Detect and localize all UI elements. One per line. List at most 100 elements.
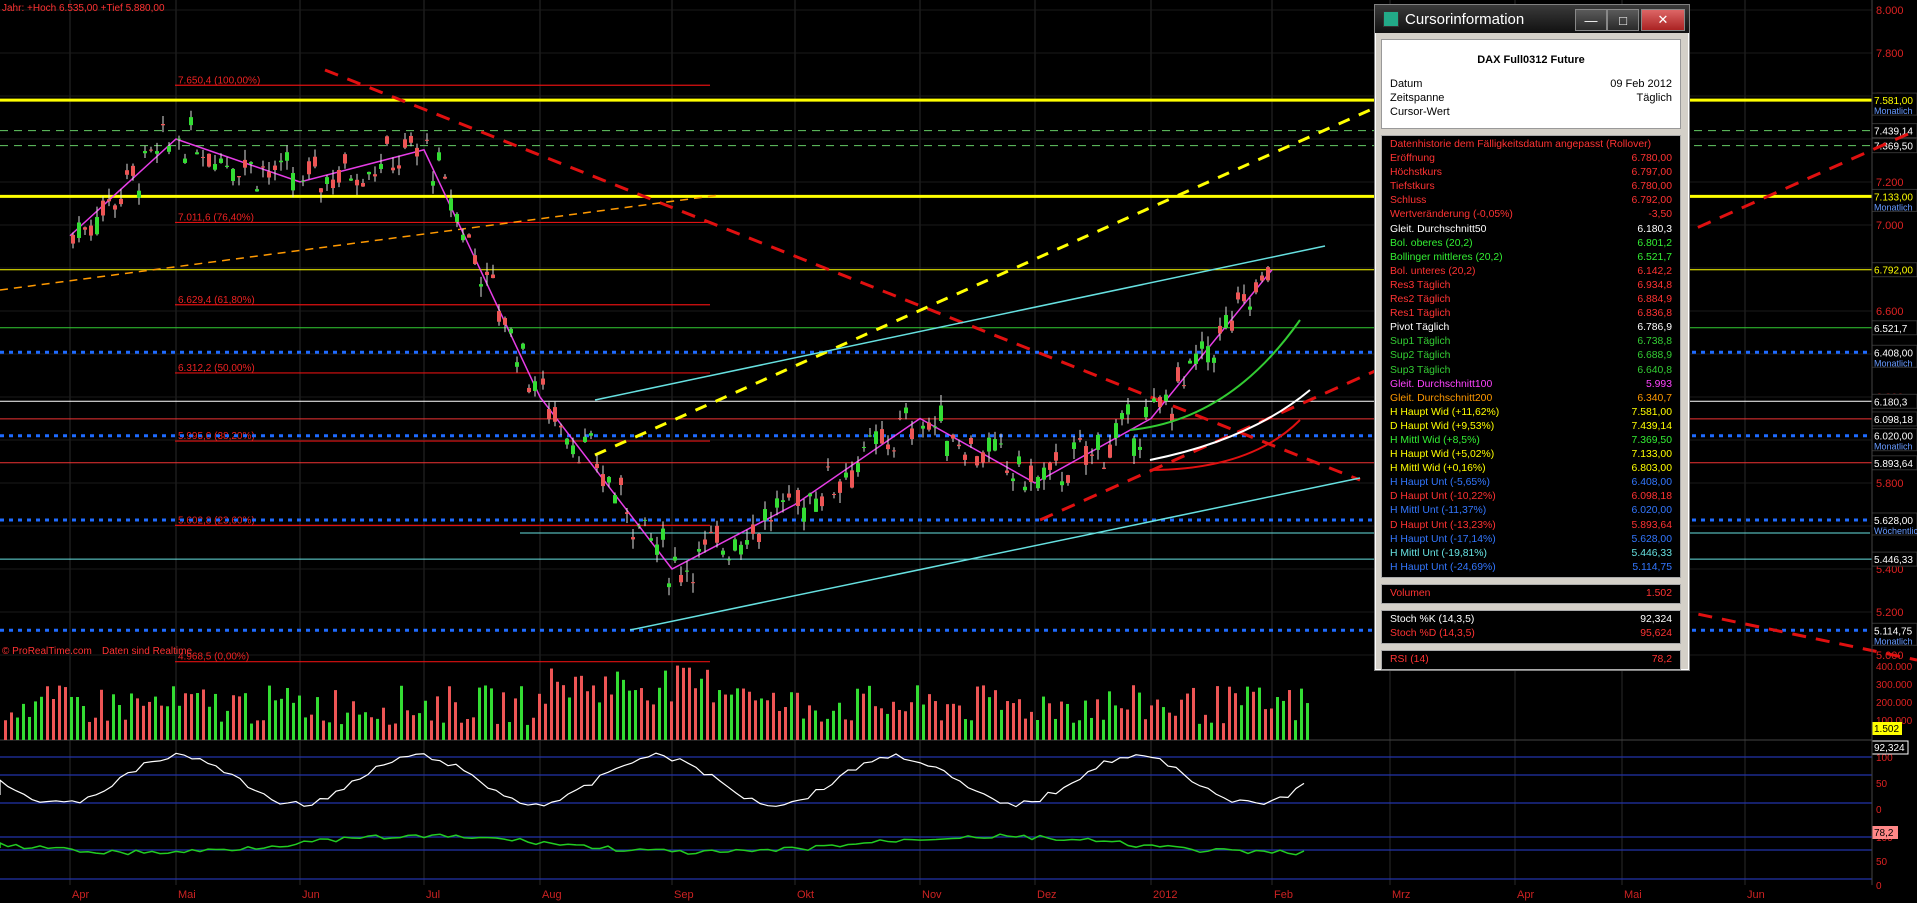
candle-body xyxy=(195,152,199,155)
volume-bar xyxy=(640,688,643,740)
volume-bar xyxy=(358,714,361,740)
indicator-label: Tiefstkurs xyxy=(1390,181,1435,193)
candle-body xyxy=(874,431,878,444)
volume-bar xyxy=(634,690,637,740)
candle-body xyxy=(373,174,377,177)
candle-body xyxy=(1182,385,1186,387)
volume-bar xyxy=(322,720,325,740)
indicator-row: Res2 Täglich 6.884,9 xyxy=(1382,293,1680,307)
candle-body xyxy=(497,311,501,322)
candle-body xyxy=(1023,486,1027,491)
candle-body xyxy=(113,205,117,210)
window-titlebar[interactable]: Cursorinformation — □ ✕ xyxy=(1375,5,1689,33)
volume-bar xyxy=(724,694,727,740)
candle-body xyxy=(661,528,665,540)
zeitspanne-value: Täglich xyxy=(1636,92,1672,104)
volume-bar xyxy=(688,667,691,740)
volume-bar xyxy=(766,700,769,740)
volume-bar xyxy=(1288,690,1291,740)
volume-bar xyxy=(622,679,625,740)
candle-body xyxy=(189,117,193,126)
level-label-box: 6.521,7 xyxy=(1871,320,1917,336)
candle-body xyxy=(880,429,884,444)
candle-body xyxy=(437,152,441,161)
volume-bar xyxy=(1030,711,1033,740)
volume-bar xyxy=(916,685,919,740)
candle-body xyxy=(1218,325,1222,334)
volume-bar xyxy=(1144,719,1147,740)
volume-bar xyxy=(1132,685,1135,740)
x-tick-label: Jun xyxy=(302,889,320,901)
candle-body xyxy=(1042,467,1046,480)
indicator-value: -3,50 xyxy=(1648,209,1672,221)
rsi-block: RSI (14) 78,2 xyxy=(1381,650,1681,671)
candle-body xyxy=(385,136,389,144)
volume-bar xyxy=(502,692,505,740)
volume-bar xyxy=(946,704,949,740)
x-tick-label: Apr xyxy=(1517,889,1534,901)
candle-body xyxy=(473,255,477,264)
volume-bar xyxy=(1078,720,1081,740)
indicator-value: 6.801,2 xyxy=(1637,237,1672,249)
close-button[interactable]: ✕ xyxy=(1641,9,1685,31)
indicator-value: 6.738,8 xyxy=(1637,336,1672,348)
volume-bar xyxy=(412,715,415,740)
indicator-label: H Haupt Unt (-17,14%) xyxy=(1390,533,1496,545)
candle-body xyxy=(1060,481,1064,486)
volume-bar xyxy=(754,700,757,740)
candle-body xyxy=(313,156,317,167)
indicator-row: Sup3 Täglich 6.640,8 xyxy=(1382,364,1680,378)
candle-body xyxy=(1188,360,1192,364)
candle-body xyxy=(637,525,641,527)
candle-body xyxy=(781,500,785,502)
x-tick-label: Mrz xyxy=(1392,889,1410,901)
y-tick-label: 7.000 xyxy=(1876,220,1904,232)
candle-body xyxy=(886,444,890,450)
candle-body xyxy=(1138,446,1142,450)
watermark-brand: © ProRealTime.com xyxy=(2,646,92,657)
volume-bar xyxy=(1192,687,1195,740)
volume-bar xyxy=(112,694,115,740)
candle-body xyxy=(607,476,611,483)
volume-bar xyxy=(190,694,193,740)
indicator-value: 6.098,18 xyxy=(1631,491,1672,503)
indicator-value: 5.446,33 xyxy=(1631,547,1672,559)
volume-bar xyxy=(232,695,235,740)
volume-bar xyxy=(826,718,829,740)
volume-bar xyxy=(154,696,157,740)
x-tick-label: Jun xyxy=(1747,889,1765,901)
fibonacci-label: 6.629,4 (61,80%) xyxy=(178,295,255,306)
minimize-button[interactable]: — xyxy=(1575,9,1607,31)
level-label: 7.439,14 xyxy=(1874,127,1913,138)
maximize-button[interactable]: □ xyxy=(1607,9,1639,31)
candle-body xyxy=(1066,475,1070,483)
candle-body xyxy=(910,428,914,440)
candle-body xyxy=(521,343,525,349)
cursor-value-label: Cursor-Wert xyxy=(1390,106,1450,118)
volume-bar xyxy=(88,721,91,740)
candle-body xyxy=(981,452,985,463)
volume-bar xyxy=(70,696,73,740)
candle-body xyxy=(625,512,629,514)
indicator-label: Sup1 Täglich xyxy=(1390,336,1451,348)
candle-body xyxy=(137,190,141,198)
candle-body xyxy=(201,156,205,158)
indicator-value: 7.581,00 xyxy=(1631,406,1672,418)
candle-body xyxy=(1212,357,1216,363)
indicator-label: Wertveränderung (-0,05%) xyxy=(1390,209,1513,221)
volume-bar xyxy=(160,705,163,740)
indicator-value: 6.020,00 xyxy=(1631,505,1672,517)
volume-bar xyxy=(592,685,595,740)
cursor-info-window[interactable]: Cursorinformation — □ ✕ DAX Full0312 Fut… xyxy=(1374,4,1690,671)
x-tick-label: Feb xyxy=(1274,889,1293,901)
volume-bar xyxy=(706,669,709,740)
x-tick-label: Aug xyxy=(542,889,562,901)
candle-body xyxy=(177,138,181,140)
volume-bar xyxy=(1162,707,1165,740)
volume-bar xyxy=(598,702,601,740)
candle-body xyxy=(820,496,824,507)
indicator-label: Schluss xyxy=(1390,195,1427,207)
volume-bar xyxy=(94,717,97,740)
candle-body xyxy=(249,162,253,164)
candle-body xyxy=(279,160,283,163)
